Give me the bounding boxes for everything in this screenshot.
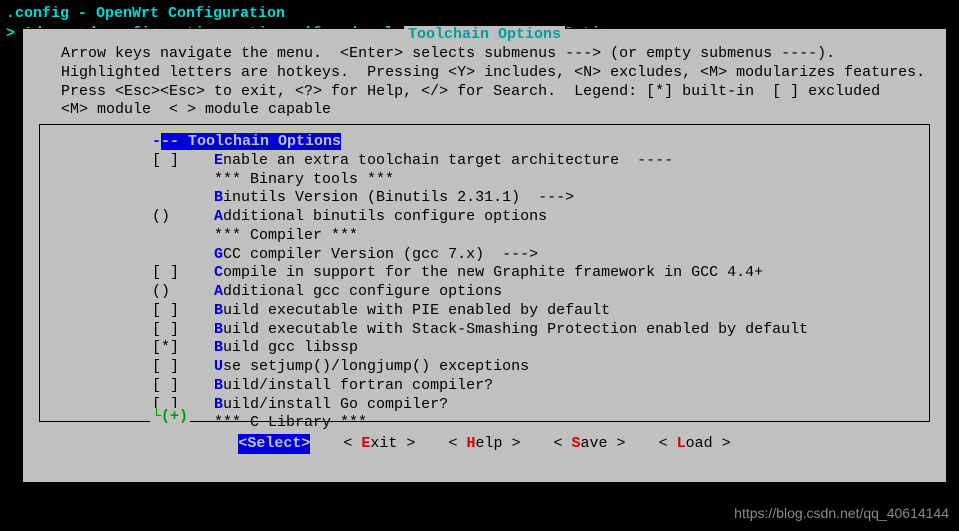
menu-bracket: [ ] [152, 358, 196, 377]
menu-hotkey: E [214, 152, 223, 169]
menu-item[interactable]: [ ] Build/install fortran compiler? [52, 377, 917, 396]
main-panel: Toolchain Options Arrow keys navigate th… [22, 28, 947, 483]
menu-text: ompile in support for the new Graphite f… [223, 264, 763, 281]
menu-hotkey: G [214, 246, 223, 263]
select-button[interactable]: <Select> [238, 434, 310, 454]
menu-text: inutils Version (Binutils 2.31.1) ---> [223, 189, 574, 206]
menu-text: *** Compiler *** [214, 227, 358, 244]
button-row: <Select> < Exit > < Help > < Save > < Lo… [23, 430, 946, 458]
load-button[interactable]: < Load > [659, 434, 731, 454]
menu-text: uild executable with PIE enabled by defa… [223, 302, 610, 319]
menu-item[interactable]: GCC compiler Version (gcc 7.x) ---> [52, 246, 917, 265]
help-button[interactable]: < Help > [448, 434, 520, 454]
menu-box: --- Toolchain Options[ ] Enable an extra… [39, 124, 930, 422]
menu-item[interactable]: --- Toolchain Options [52, 133, 917, 152]
menu-text: uild/install fortran compiler? [223, 377, 493, 394]
menu-text: uild gcc libssp [223, 339, 358, 356]
menu-item[interactable]: Binutils Version (Binutils 2.31.1) ---> [52, 189, 917, 208]
menu-item[interactable]: *** Binary tools *** [52, 171, 917, 190]
menu-bracket: () [152, 208, 196, 227]
menu-text: dditional binutils configure options [223, 208, 547, 225]
save-button[interactable]: < Save > [554, 434, 626, 454]
watermark: https://blog.csdn.net/qq_40614144 [734, 505, 949, 521]
menu-hotkey: B [214, 321, 223, 338]
menu-hotkey: B [214, 396, 223, 413]
more-indicator: └(+) [150, 408, 190, 425]
menu-text: *** C Library *** [214, 414, 367, 431]
menu-bracket: [ ] [152, 377, 196, 396]
menu-text: se setjump()/longjump() exceptions [223, 358, 529, 375]
help-text: Arrow keys navigate the menu. <Enter> se… [23, 43, 946, 124]
menu-bracket: [*] [152, 339, 196, 358]
menu-item[interactable]: () Additional binutils configure options [52, 208, 917, 227]
menu-bracket: [ ] [152, 152, 196, 171]
menu-text: uild/install Go compiler? [223, 396, 448, 413]
menu-text: CC compiler Version (gcc 7.x) ---> [223, 246, 538, 263]
menu-bracket [152, 189, 196, 208]
menu-hotkey: B [214, 339, 223, 356]
menu-hotkey: A [214, 208, 223, 225]
menu-hotkey: B [214, 377, 223, 394]
menu-item[interactable]: [ ] Build executable with PIE enabled by… [52, 302, 917, 321]
menu-bracket: () [152, 283, 196, 302]
panel-title: Toolchain Options [23, 26, 946, 43]
menu-text: *** Binary tools *** [214, 171, 394, 188]
menu-text: nable an extra toolchain target architec… [223, 152, 673, 169]
menu-item[interactable]: [ ] Compile in support for the new Graph… [52, 264, 917, 283]
menu-hotkey: U [214, 358, 223, 375]
menu-bracket: [ ] [152, 302, 196, 321]
menu-item[interactable]: *** Compiler *** [52, 227, 917, 246]
exit-button[interactable]: < Exit > [343, 434, 415, 454]
menu-bracket: [ ] [152, 321, 196, 340]
menu-bracket [152, 246, 196, 265]
menu-hotkey: A [214, 283, 223, 300]
menu-bracket [152, 227, 196, 246]
menu-item[interactable]: [ ] Enable an extra toolchain target arc… [52, 152, 917, 171]
menu-item[interactable]: [ ] Build executable with Stack-Smashing… [52, 321, 917, 340]
menu-item[interactable]: () Additional gcc configure options [52, 283, 917, 302]
menu-hotkey: C [214, 264, 223, 281]
window-title: .config - OpenWrt Configuration [0, 0, 959, 24]
menu-item[interactable]: [ ] Use setjump()/longjump() exceptions [52, 358, 917, 377]
menu-text: uild executable with Stack-Smashing Prot… [223, 321, 808, 338]
menu-bracket [152, 171, 196, 190]
menu-item[interactable]: [*] Build gcc libssp [52, 339, 917, 358]
menu-hotkey: B [214, 189, 223, 206]
menu-hotkey: B [214, 302, 223, 319]
menu-bracket: [ ] [152, 264, 196, 283]
menu-text: dditional gcc configure options [223, 283, 502, 300]
